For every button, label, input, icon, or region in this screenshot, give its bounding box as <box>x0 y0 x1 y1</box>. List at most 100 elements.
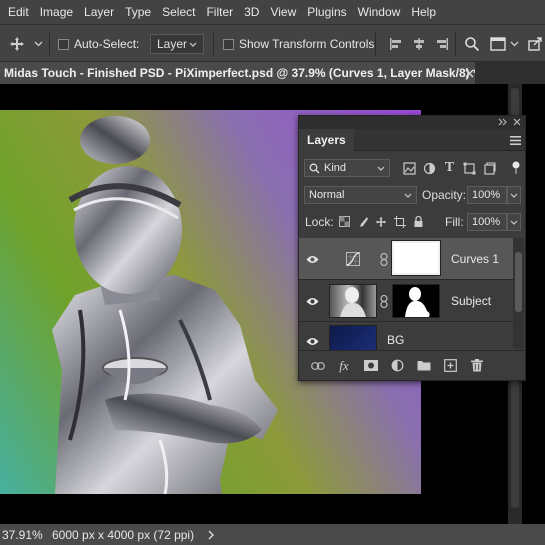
move-arrows-icon[interactable] <box>8 25 26 63</box>
menu-image[interactable]: Image <box>40 5 73 19</box>
filter-toggle-icon[interactable] <box>511 160 521 176</box>
show-transform-label: Show Transform Controls <box>239 37 375 51</box>
filter-kind-dropdown[interactable]: Kind <box>304 159 390 177</box>
chevron-down-icon[interactable] <box>509 25 519 63</box>
eye-icon[interactable] <box>305 334 319 348</box>
filter-kind-value: Kind <box>324 162 347 174</box>
divider <box>49 33 50 55</box>
panel-menu-icon[interactable] <box>509 134 521 146</box>
filter-adjustment-icon[interactable] <box>422 161 437 176</box>
layer-name[interactable]: Curves 1 <box>451 252 499 266</box>
auto-select-target-dropdown[interactable]: Layer <box>150 34 204 54</box>
divider <box>213 33 214 55</box>
document-tab-title: Midas Touch - Finished PSD - PiXimperfec… <box>4 66 475 80</box>
blend-mode-dropdown[interactable]: Normal <box>304 186 417 204</box>
layer-row-curves[interactable]: Curves 1 <box>299 238 513 280</box>
layer-name[interactable]: Subject <box>451 294 491 308</box>
fill-dropdown[interactable] <box>507 213 521 231</box>
layer-thumbnail[interactable] <box>329 325 377 350</box>
chevron-down-icon <box>404 193 412 198</box>
new-layer-icon[interactable] <box>442 358 458 374</box>
menu-edit[interactable]: Edit <box>8 5 29 19</box>
close-icon[interactable] <box>511 116 523 128</box>
divider <box>375 33 376 55</box>
chevron-down-icon <box>510 220 518 225</box>
divider <box>455 33 456 55</box>
menu-plugins[interactable]: Plugins <box>307 5 346 19</box>
fx-icon[interactable]: fx <box>336 358 352 374</box>
link-chain-icon[interactable] <box>379 294 389 308</box>
opacity-label: Opacity: <box>422 188 467 202</box>
layers-scrollbar[interactable] <box>513 238 524 348</box>
eye-icon[interactable] <box>305 294 319 308</box>
layer-mask-thumbnail[interactable] <box>392 284 440 318</box>
menu-window[interactable]: Window <box>358 5 401 19</box>
align-right-icon[interactable] <box>434 25 450 63</box>
menu-view[interactable]: View <box>270 5 296 19</box>
chevron-down-icon[interactable] <box>33 25 43 63</box>
folder-icon[interactable] <box>416 358 432 374</box>
search-icon <box>309 163 320 173</box>
align-center-icon[interactable] <box>411 25 427 63</box>
layer-mask-thumbnail[interactable] <box>391 240 441 276</box>
filter-shape-icon[interactable] <box>462 161 477 176</box>
menu-bar: Edit Image Layer Type Select Filter 3D V… <box>0 0 545 24</box>
lock-pixels-icon[interactable] <box>356 215 369 228</box>
auto-select-label: Auto-Select: <box>74 37 140 51</box>
close-icon[interactable] <box>462 66 476 80</box>
filter-pixel-icon[interactable] <box>402 161 417 176</box>
fill-input[interactable]: 100% <box>467 213 507 231</box>
align-left-icon[interactable] <box>388 25 404 63</box>
menu-3d[interactable]: 3D <box>244 5 259 19</box>
auto-select-checkbox[interactable] <box>58 25 69 63</box>
lock-position-icon[interactable] <box>374 215 387 228</box>
menu-layer[interactable]: Layer <box>84 5 114 19</box>
tab-layers[interactable]: Layers <box>299 129 354 151</box>
panel-footer: fx <box>299 350 525 380</box>
eye-icon[interactable] <box>305 252 319 266</box>
document-tab[interactable]: Midas Touch - Finished PSD - PiXimperfec… <box>0 62 475 84</box>
filter-type-icon[interactable]: T <box>442 160 457 175</box>
options-bar: Auto-Select: Layer Show Transform Contro… <box>0 24 545 62</box>
layers-panel: Layers Kind T Normal Opacity: 100% Lock: <box>298 115 526 381</box>
share-icon[interactable] <box>526 25 544 63</box>
collapse-icon[interactable] <box>497 116 509 128</box>
lock-artboard-icon[interactable] <box>393 215 406 228</box>
add-mask-icon[interactable] <box>363 358 379 374</box>
chevron-right-icon[interactable] <box>208 530 215 540</box>
auto-select-target-value: Layer <box>157 37 188 51</box>
show-transform-checkbox[interactable] <box>223 25 234 63</box>
status-bar: 37.91% 6000 px x 4000 px (72 ppi) <box>0 524 545 545</box>
trash-icon[interactable] <box>469 358 485 374</box>
lock-transparent-icon[interactable] <box>338 215 351 228</box>
workspace-icon[interactable] <box>489 25 507 63</box>
document-info: 6000 px x 4000 px (72 ppi) <box>52 527 195 542</box>
curves-adjustment-icon <box>345 251 361 267</box>
link-layers-icon[interactable] <box>310 358 326 374</box>
scrollbar-thumb[interactable] <box>515 252 522 312</box>
new-adjustment-icon[interactable] <box>389 358 405 374</box>
menu-select[interactable]: Select <box>162 5 195 19</box>
zoom-level[interactable]: 37.91% <box>2 528 50 542</box>
layer-thumbnail[interactable] <box>329 284 377 318</box>
menu-filter[interactable]: Filter <box>206 5 233 19</box>
filter-smart-object-icon[interactable] <box>482 161 497 176</box>
panel-header[interactable] <box>299 116 525 129</box>
menu-type[interactable]: Type <box>125 5 151 19</box>
layer-row-subject[interactable]: Subject <box>299 280 513 322</box>
opacity-input[interactable]: 100% <box>467 186 507 204</box>
panel-tab-row: Layers <box>299 129 525 151</box>
lock-all-icon[interactable] <box>412 214 425 228</box>
chevron-down-icon <box>377 166 385 171</box>
link-chain-icon[interactable] <box>379 252 389 266</box>
layer-name[interactable]: BG <box>387 333 404 347</box>
document-tab-bar: Midas Touch - Finished PSD - PiXimperfec… <box>0 62 545 84</box>
menu-help[interactable]: Help <box>411 5 436 19</box>
fill-label: Fill: <box>445 215 464 229</box>
blend-mode-value: Normal <box>309 189 345 201</box>
search-icon[interactable] <box>463 25 481 63</box>
layer-row-bg[interactable]: BG <box>299 322 513 350</box>
chevron-down-icon <box>189 42 197 47</box>
opacity-dropdown[interactable] <box>507 186 521 204</box>
lock-label: Lock: <box>305 215 334 229</box>
